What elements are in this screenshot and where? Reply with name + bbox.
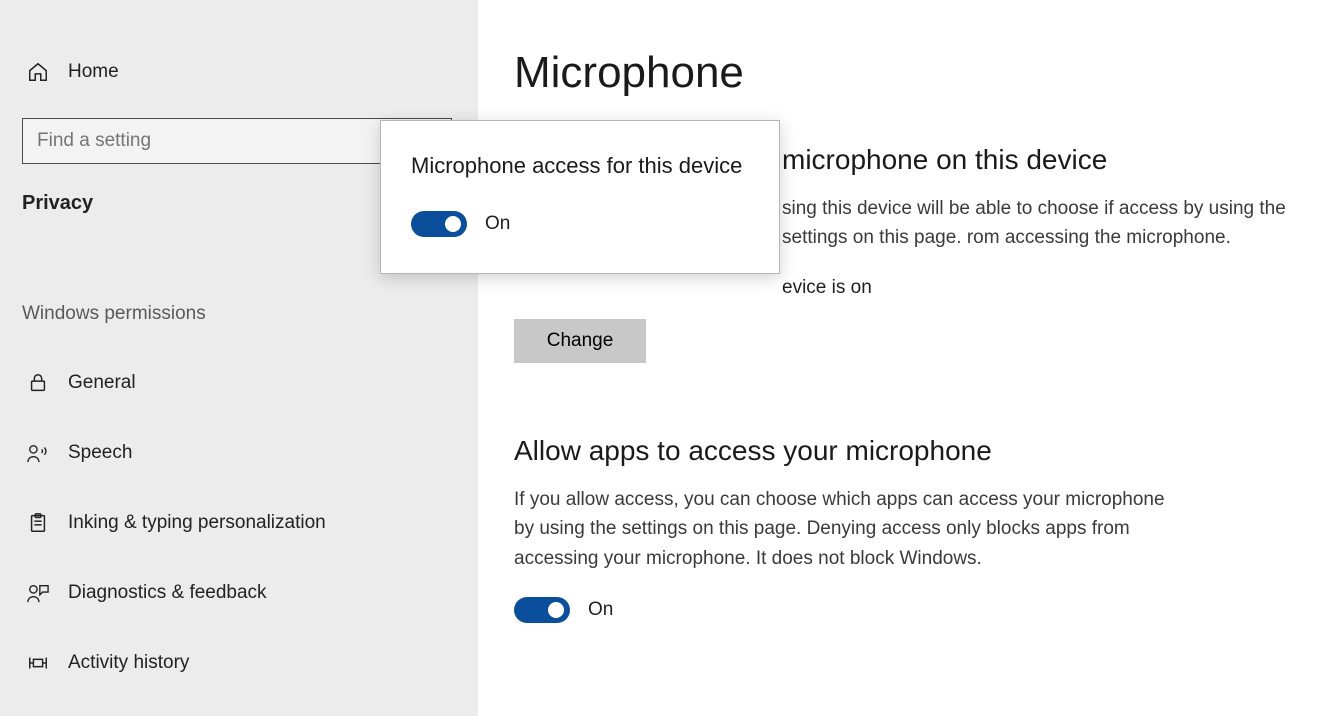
sidebar-item-label: General <box>68 372 136 394</box>
sidebar: Home Privacy Windows permissions General… <box>0 0 478 716</box>
device-access-status: evice is on <box>782 277 1291 299</box>
home-icon <box>26 60 50 84</box>
sidebar-item-label: Diagnostics & feedback <box>68 582 267 604</box>
popup-toggle[interactable] <box>411 211 467 237</box>
apps-access-toggle-row: On <box>514 597 1291 623</box>
sidebar-item-speech[interactable]: Speech <box>22 429 456 477</box>
home-label: Home <box>68 61 119 83</box>
sidebar-item-label: Inking & typing personalization <box>68 512 326 534</box>
speech-icon <box>26 441 50 465</box>
change-button[interactable]: Change <box>514 319 646 363</box>
popup-toggle-label: On <box>485 213 510 235</box>
sidebar-item-general[interactable]: General <box>22 359 456 407</box>
apps-access-toggle-label: On <box>588 599 613 621</box>
sidebar-item-diagnostics[interactable]: Diagnostics & feedback <box>22 569 456 617</box>
apps-access-toggle[interactable] <box>514 597 570 623</box>
clipboard-icon <box>26 511 50 535</box>
popup-title: Microphone access for this device <box>411 151 749 181</box>
sidebar-item-activity[interactable]: Activity history <box>22 639 456 687</box>
lock-icon <box>26 371 50 395</box>
device-access-body: sing this device will be able to choose … <box>782 194 1291 253</box>
main-content: Microphone microphone on this device sin… <box>478 0 1327 716</box>
section-label: Windows permissions <box>22 303 456 325</box>
feedback-icon <box>26 581 50 605</box>
device-access-heading: microphone on this device <box>782 144 1291 176</box>
home-nav-item[interactable]: Home <box>22 48 456 96</box>
mic-access-popup: Microphone access for this device On <box>380 120 780 274</box>
popup-toggle-row: On <box>411 211 749 237</box>
sidebar-item-label: Activity history <box>68 652 189 674</box>
page-title: Microphone <box>514 48 1291 98</box>
apps-access-body: If you allow access, you can choose whic… <box>514 485 1174 573</box>
apps-access-heading: Allow apps to access your microphone <box>514 435 1291 467</box>
activity-icon <box>26 651 50 675</box>
sidebar-item-label: Speech <box>68 442 132 464</box>
sidebar-item-inking[interactable]: Inking & typing personalization <box>22 499 456 547</box>
